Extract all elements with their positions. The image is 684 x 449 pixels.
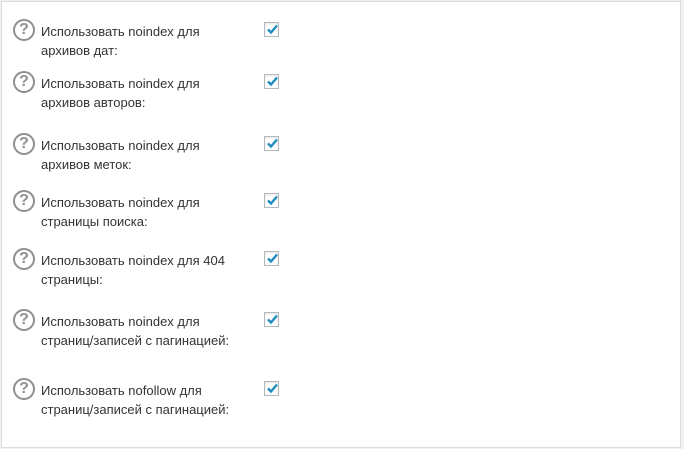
setting-label: Использовать nofollow для страниц/записе… — [41, 383, 230, 417]
noindex-paginated-checkbox[interactable] — [264, 312, 279, 327]
checkmark-icon — [267, 253, 278, 264]
noindex-404-page-checkbox[interactable] — [264, 251, 279, 266]
checkmark-icon — [267, 383, 278, 394]
checkmark-icon — [267, 24, 278, 35]
setting-label: Использовать noindex для страниц/записей… — [41, 314, 230, 348]
help-icon[interactable]: ? — [13, 378, 35, 400]
checkmark-icon — [267, 76, 278, 87]
help-icon[interactable]: ? — [13, 71, 35, 93]
settings-panel: ? Использовать noindex для архивов дат: … — [1, 1, 681, 448]
help-icon[interactable]: ? — [13, 19, 35, 41]
setting-row-noindex-tag-archives: ? Использовать noindex для архивов меток… — [13, 133, 231, 174]
setting-row-nofollow-paginated: ? Использовать nofollow для страниц/запи… — [13, 378, 231, 419]
help-icon[interactable]: ? — [13, 190, 35, 212]
help-icon[interactable]: ? — [13, 309, 35, 331]
checkmark-icon — [267, 138, 278, 149]
help-icon[interactable]: ? — [13, 133, 35, 155]
checkmark-icon — [267, 314, 278, 325]
setting-label: Использовать noindex для архивов авторов… — [41, 76, 200, 110]
noindex-author-archives-checkbox[interactable] — [264, 74, 279, 89]
setting-label: Использовать noindex для архивов дат: — [41, 24, 200, 58]
setting-row-noindex-404-page: ? Использовать noindex для 404 страницы: — [13, 248, 231, 289]
noindex-tag-archives-checkbox[interactable] — [264, 136, 279, 151]
setting-row-noindex-search-page: ? Использовать noindex для страницы поис… — [13, 190, 231, 231]
noindex-date-archives-checkbox[interactable] — [264, 22, 279, 37]
setting-row-noindex-paginated: ? Использовать noindex для страниц/запис… — [13, 309, 231, 350]
setting-row-noindex-author-archives: ? Использовать noindex для архивов автор… — [13, 71, 231, 112]
setting-label: Использовать noindex для страницы поиска… — [41, 195, 200, 229]
setting-label: Использовать noindex для архивов меток: — [41, 138, 200, 172]
setting-row-noindex-date-archives: ? Использовать noindex для архивов дат: — [13, 19, 231, 60]
noindex-search-page-checkbox[interactable] — [264, 193, 279, 208]
help-icon[interactable]: ? — [13, 248, 35, 270]
setting-label: Использовать noindex для 404 страницы: — [41, 253, 225, 287]
checkmark-icon — [267, 195, 278, 206]
nofollow-paginated-checkbox[interactable] — [264, 381, 279, 396]
